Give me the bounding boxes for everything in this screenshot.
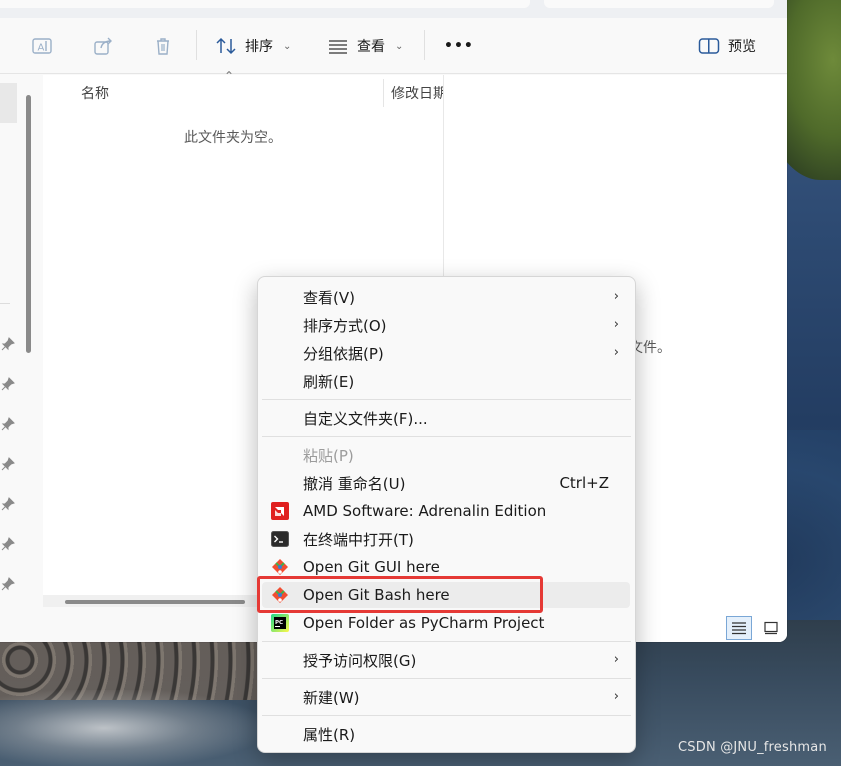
menu-separator bbox=[262, 436, 631, 437]
details-view-button[interactable] bbox=[726, 616, 752, 640]
menu-item-undo-rename[interactable]: 撤消 重命名(U) Ctrl+Z bbox=[258, 469, 635, 497]
pycharm-icon: PC bbox=[270, 614, 290, 632]
chevron-right-icon: › bbox=[613, 652, 619, 667]
svg-text:A: A bbox=[38, 43, 45, 54]
preview-pane-icon bbox=[698, 38, 720, 54]
sort-icon bbox=[216, 37, 236, 55]
svg-text:PC: PC bbox=[275, 620, 283, 626]
menu-separator bbox=[262, 399, 631, 400]
menu-item-view[interactable]: 查看(V) › bbox=[258, 283, 635, 311]
git-gui-icon bbox=[270, 558, 290, 576]
menu-item-group-by[interactable]: 分组依据(P) › bbox=[258, 339, 635, 367]
menu-item-properties[interactable]: 属性(R) bbox=[258, 720, 635, 748]
sort-label: 排序 bbox=[245, 39, 273, 55]
chevron-right-icon: › bbox=[613, 317, 619, 332]
menu-item-open-in-terminal[interactable]: 在终端中打开(T) bbox=[258, 525, 635, 553]
menu-item-amd-software[interactable]: AMD Software: Adrenalin Edition bbox=[258, 497, 635, 525]
delete-icon[interactable] bbox=[151, 34, 175, 58]
nav-scrollbar[interactable] bbox=[26, 95, 31, 353]
pin-icon bbox=[1, 417, 15, 431]
chevron-down-icon: ⌄ bbox=[283, 40, 292, 52]
terminal-icon bbox=[270, 530, 290, 548]
view-lines-icon bbox=[329, 40, 347, 54]
chevron-right-icon: › bbox=[613, 689, 619, 704]
navigation-pane bbox=[0, 75, 40, 642]
view-button[interactable]: 查看 ⌄ bbox=[327, 30, 403, 62]
chevron-right-icon: › bbox=[613, 345, 619, 360]
nav-selected-item[interactable] bbox=[0, 83, 17, 123]
column-header-date[interactable]: 修改日期 bbox=[391, 83, 443, 103]
toolbar-divider bbox=[196, 30, 197, 60]
view-label: 查看 bbox=[357, 39, 385, 55]
menu-item-new[interactable]: 新建(W) › bbox=[258, 683, 635, 711]
amd-icon bbox=[270, 502, 290, 520]
menu-item-customize-folder[interactable]: 自定义文件夹(F)... bbox=[258, 404, 635, 432]
menu-item-open-pycharm[interactable]: PC Open Folder as PyCharm Project bbox=[258, 609, 635, 637]
git-bash-icon bbox=[270, 586, 290, 604]
menu-item-open-git-gui[interactable]: Open Git GUI here bbox=[258, 553, 635, 581]
tiles-view-button[interactable] bbox=[758, 616, 784, 640]
pin-icon bbox=[1, 577, 15, 591]
more-options-button[interactable]: ••• bbox=[444, 30, 474, 62]
preview-label: 预览 bbox=[728, 39, 756, 55]
menu-item-open-git-bash[interactable]: Open Git Bash here bbox=[258, 581, 635, 609]
column-header-row: ⌃ 名称 修改日期 bbox=[43, 69, 443, 107]
pin-icon bbox=[1, 457, 15, 471]
column-divider[interactable] bbox=[383, 79, 384, 107]
menu-item-paste: 粘贴(P) bbox=[303, 446, 354, 465]
scrollbar-thumb[interactable] bbox=[65, 600, 245, 604]
preview-pane-button[interactable]: 预览 bbox=[698, 30, 756, 62]
column-header-name[interactable]: 名称 bbox=[81, 83, 109, 103]
menu-item-refresh[interactable]: 刷新(E) bbox=[258, 367, 635, 395]
shortcut-label: Ctrl+Z bbox=[559, 474, 609, 492]
empty-folder-message: 此文件夹为空。 bbox=[184, 130, 282, 146]
pin-icon bbox=[1, 377, 15, 391]
chevron-down-icon: ⌄ bbox=[395, 40, 404, 52]
share-icon[interactable] bbox=[91, 34, 115, 58]
menu-item-give-access[interactable]: 授予访问权限(G) › bbox=[258, 646, 635, 674]
watermark: CSDN @JNU_freshman bbox=[678, 740, 827, 755]
pin-icon bbox=[1, 537, 15, 551]
menu-item-sort-by[interactable]: 排序方式(O) › bbox=[258, 311, 635, 339]
menu-separator bbox=[262, 641, 631, 642]
nav-divider bbox=[0, 303, 10, 304]
sort-ascending-icon: ⌃ bbox=[224, 69, 235, 83]
tiles-view-icon bbox=[764, 621, 778, 635]
pin-icon bbox=[1, 337, 15, 351]
sort-button[interactable]: 排序 ⌄ bbox=[215, 30, 291, 62]
toolbar-divider bbox=[424, 30, 425, 60]
menu-separator bbox=[262, 678, 631, 679]
address-bar[interactable] bbox=[0, 0, 530, 8]
menu-separator bbox=[262, 715, 631, 716]
view-switcher bbox=[726, 616, 784, 640]
pin-icon bbox=[1, 497, 15, 511]
chevron-right-icon: › bbox=[613, 289, 619, 304]
command-bar: A 排序 ⌄ 查看 ⌄ ••• 预览 bbox=[0, 18, 787, 74]
rename-icon[interactable]: A bbox=[30, 34, 54, 58]
more-icon: ••• bbox=[444, 38, 474, 54]
title-strip bbox=[0, 0, 787, 18]
context-menu: 查看(V) › 排序方式(O) › 分组依据(P) › 刷新(E) 自定义文件夹… bbox=[257, 276, 636, 753]
search-box[interactable] bbox=[544, 0, 774, 8]
details-view-icon bbox=[732, 622, 746, 635]
